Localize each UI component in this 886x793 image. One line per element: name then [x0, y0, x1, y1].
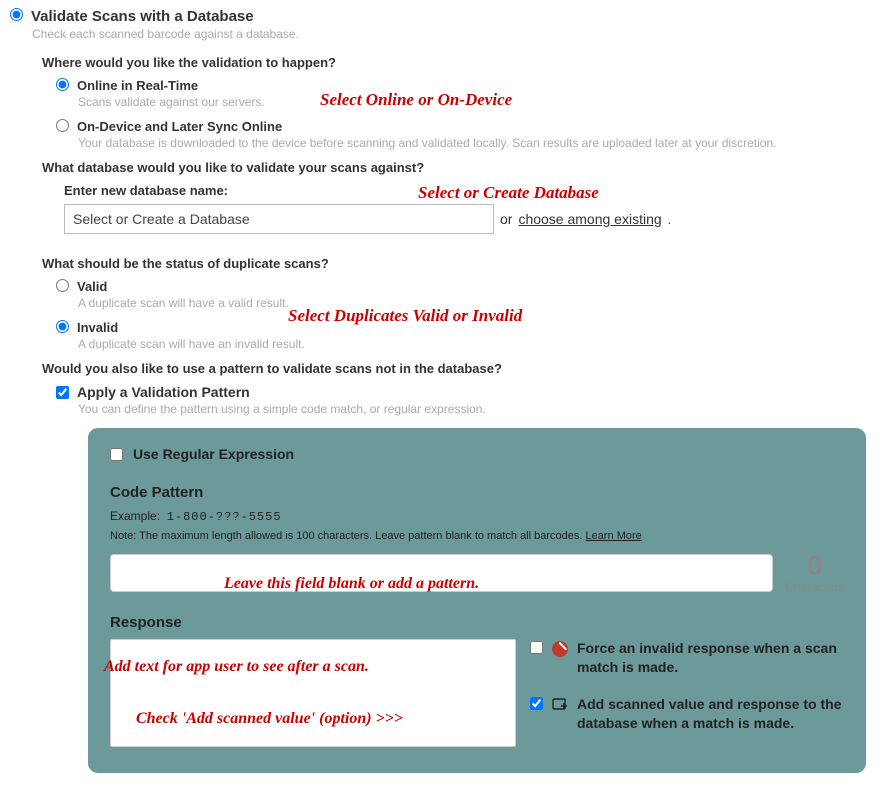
ondevice-label: On-Device and Later Sync Online: [77, 119, 282, 134]
regex-label: Use Regular Expression: [133, 446, 294, 462]
valid-label: Valid: [77, 279, 107, 294]
pattern-panel: Use Regular Expression Code Pattern Exam…: [88, 428, 866, 773]
ondevice-radio[interactable]: [56, 119, 69, 132]
main-title: Validate Scans with a Database: [31, 8, 254, 25]
database-heading: What database would you like to validate…: [42, 160, 876, 175]
code-pattern-heading: Code Pattern: [110, 484, 844, 501]
database-name-input[interactable]: [64, 204, 494, 234]
char-label: Characters: [785, 580, 844, 594]
online-desc: Scans validate against our servers.: [78, 95, 876, 109]
example-prefix: Example:: [110, 509, 160, 523]
invalid-radio[interactable]: [56, 320, 69, 333]
prohibit-icon: [551, 640, 569, 658]
pattern-section-heading: Would you also like to use a pattern to …: [42, 361, 876, 376]
code-pattern-example: Example: 1-800-???-5555: [110, 509, 844, 524]
online-radio[interactable]: [56, 78, 69, 91]
validate-scans-radio[interactable]: [10, 8, 23, 21]
main-subtitle: Check each scanned barcode against a dat…: [32, 27, 876, 41]
valid-radio[interactable]: [56, 279, 69, 292]
apply-pattern-desc: You can define the pattern using a simpl…: [78, 402, 876, 416]
choose-existing-link[interactable]: choose among existing: [518, 211, 661, 227]
ondevice-desc: Your database is downloaded to the devic…: [78, 136, 876, 150]
learn-more-link[interactable]: Learn More: [586, 530, 642, 542]
add-scanned-label: Add scanned value and response to the da…: [577, 695, 844, 733]
note-text: Note: The maximum length allowed is 100 …: [110, 530, 582, 542]
or-text: or: [500, 211, 512, 227]
char-counter: 0 Characters: [785, 552, 844, 594]
regex-checkbox[interactable]: [110, 448, 123, 461]
invalid-label: Invalid: [77, 320, 118, 335]
database-enter-label: Enter new database name:: [64, 183, 876, 198]
char-count: 0: [785, 552, 844, 580]
force-invalid-label: Force an invalid response when a scan ma…: [577, 639, 844, 677]
add-scanned-checkbox[interactable]: [530, 697, 543, 710]
pattern-input[interactable]: [110, 554, 773, 592]
response-heading: Response: [110, 614, 844, 631]
where-heading: Where would you like the validation to h…: [42, 55, 876, 70]
apply-pattern-label: Apply a Validation Pattern: [77, 384, 250, 400]
apply-pattern-checkbox[interactable]: [56, 386, 69, 399]
response-textarea[interactable]: [110, 639, 516, 747]
database-add-icon: [551, 696, 569, 714]
period: .: [668, 212, 672, 227]
code-pattern-note: Note: The maximum length allowed is 100 …: [110, 530, 844, 542]
online-label: Online in Real-Time: [77, 78, 198, 93]
duplicates-heading: What should be the status of duplicate s…: [42, 256, 876, 271]
example-value: 1-800-???-5555: [167, 510, 282, 524]
force-invalid-checkbox[interactable]: [530, 641, 543, 654]
valid-desc: A duplicate scan will have a valid resul…: [78, 296, 876, 310]
invalid-desc: A duplicate scan will have an invalid re…: [78, 337, 876, 351]
